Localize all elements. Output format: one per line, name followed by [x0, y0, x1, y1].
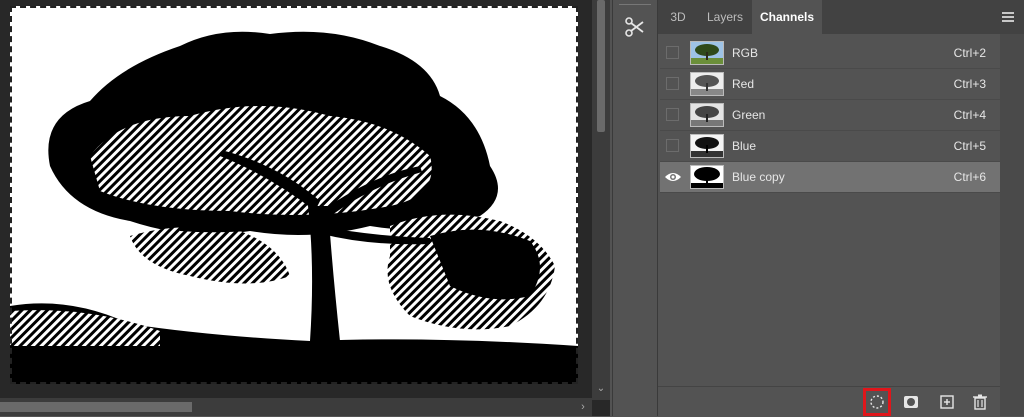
panel-menu-icon[interactable] — [1002, 12, 1014, 22]
collapsed-panel-strip — [612, 0, 658, 416]
scrollbar-corner — [592, 400, 610, 416]
tree-thumbnail-icon — [691, 104, 723, 126]
channel-shortcut: Ctrl+5 — [953, 139, 986, 153]
panel-scroll-gutter — [1000, 34, 1024, 416]
channel-list: RGB Ctrl+2 Red Ctrl+3 Green Ctrl+4 Blue … — [660, 38, 1000, 193]
channel-row-blue-copy[interactable]: Blue copy Ctrl+6 — [660, 162, 1000, 193]
channel-thumbnail — [690, 41, 724, 65]
delete-channel-button[interactable] — [970, 392, 990, 412]
save-selection-mask-icon — [904, 396, 918, 408]
channel-shortcut: Ctrl+6 — [953, 170, 986, 184]
visibility-toggle[interactable] — [666, 139, 679, 152]
horizontal-scroll-thumb[interactable] — [0, 402, 192, 412]
strip-grip[interactable] — [619, 4, 651, 9]
load-channel-as-selection-button[interactable] — [863, 388, 891, 416]
trash-icon — [973, 394, 987, 410]
channel-row-blue[interactable]: Blue Ctrl+5 — [660, 131, 1000, 162]
panel-tabs: 3D Layers Channels — [658, 0, 1024, 34]
vertical-scrollbar[interactable]: ⌄ — [592, 0, 610, 400]
save-selection-as-channel-button[interactable] — [901, 392, 921, 412]
channel-row-rgb[interactable]: RGB Ctrl+2 — [660, 38, 1000, 69]
document-image-blue-copy-channel[interactable] — [10, 6, 578, 384]
horizontal-scrollbar[interactable]: › — [0, 398, 592, 416]
channel-name: Blue — [732, 139, 757, 153]
tree-thumbnail-icon — [691, 135, 723, 157]
channel-row-red[interactable]: Red Ctrl+3 — [660, 69, 1000, 100]
tool-preset-icon — [625, 17, 644, 37]
channel-thumbnail — [690, 165, 724, 189]
document-canvas-area[interactable] — [0, 0, 592, 416]
vertical-scroll-thumb[interactable] — [597, 0, 605, 132]
chevron-right-icon[interactable]: › — [576, 400, 590, 414]
tree-thumbnail-icon — [691, 166, 723, 188]
visibility-toggle[interactable] — [666, 46, 679, 59]
create-new-channel-button[interactable] — [937, 392, 957, 412]
channel-name: Blue copy — [732, 170, 785, 184]
chevron-down-icon[interactable]: ⌄ — [594, 382, 608, 396]
channel-shortcut: Ctrl+3 — [953, 77, 986, 91]
channel-shortcut: Ctrl+2 — [953, 46, 986, 60]
eye-icon[interactable] — [664, 170, 682, 184]
channel-name: Green — [732, 108, 766, 122]
channel-thumbnail — [690, 103, 724, 127]
tree-silhouette-image — [10, 31, 578, 384]
visibility-toggle[interactable] — [666, 108, 679, 121]
tool-presets-button[interactable] — [621, 12, 649, 42]
new-channel-icon — [940, 395, 954, 409]
channels-panel: 3D Layers Channels RGB Ctrl+2 Red Ctrl+3… — [658, 0, 1024, 417]
visibility-toggle[interactable] — [666, 77, 679, 90]
tab-3d[interactable]: 3D — [658, 0, 698, 34]
tab-channels[interactable]: Channels — [752, 0, 822, 34]
channel-shortcut: Ctrl+4 — [953, 108, 986, 122]
tree-thumbnail-icon — [691, 42, 723, 64]
load-selection-icon — [870, 395, 884, 409]
tree-thumbnail-icon — [691, 73, 723, 95]
channel-name: RGB — [732, 46, 759, 60]
tab-layers[interactable]: Layers — [698, 0, 752, 34]
channel-thumbnail — [690, 134, 724, 158]
channels-panel-footer — [658, 386, 1000, 417]
channel-name: Red — [732, 77, 755, 91]
channel-row-green[interactable]: Green Ctrl+4 — [660, 100, 1000, 131]
channel-thumbnail — [690, 72, 724, 96]
